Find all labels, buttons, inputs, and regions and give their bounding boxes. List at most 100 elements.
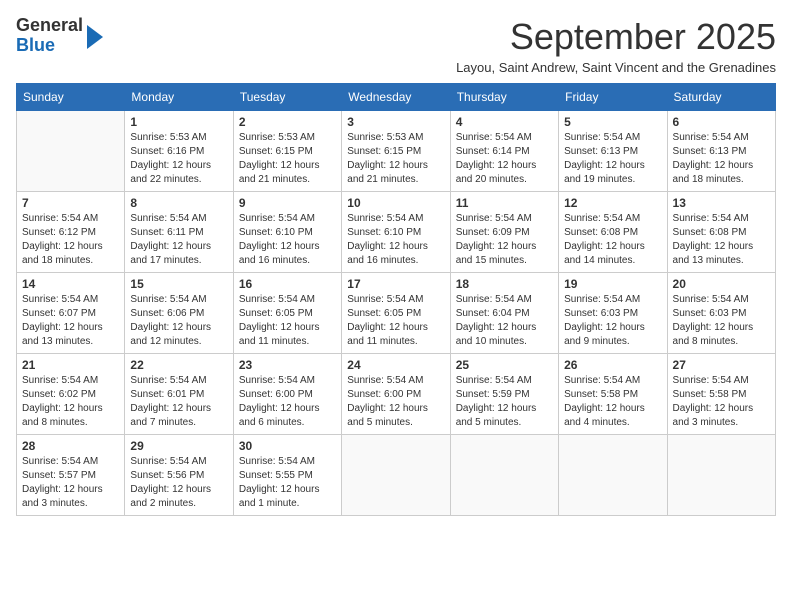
week-row-3: 14 Sunrise: 5:54 AM Sunset: 6:07 PM Dayli… <box>17 273 776 354</box>
calendar-cell: 4Sunrise: 5:54 AM Sunset: 6:14 PM Daylig… <box>450 111 558 192</box>
day-info: Sunrise: 5:54 AM Sunset: 6:03 PM Dayligh… <box>564 293 661 349</box>
title-section: September 2025 Layou, Saint Andrew, Sain… <box>456 16 776 75</box>
day-number: 24 <box>347 358 444 372</box>
day-number: 5 <box>564 115 661 129</box>
logo-text: General Blue <box>16 16 83 56</box>
day-number: 19 <box>564 277 661 291</box>
calendar-cell: 14 Sunrise: 5:54 AM Sunset: 6:07 PM Dayli… <box>17 273 125 354</box>
day-info: Sunrise: 5:54 AM Sunset: 6:13 PM Dayligh… <box>564 131 661 187</box>
calendar-cell: 23 Sunrise: 5:54 AM Sunset: 6:00 PM Dayli… <box>233 354 341 435</box>
week-row-2: 7 Sunrise: 5:54 AM Sunset: 6:12 PM Daylig… <box>17 192 776 273</box>
day-number: 15 <box>130 277 227 291</box>
logo-blue: Blue <box>16 35 55 55</box>
day-number: 29 <box>130 439 227 453</box>
page-header: General Blue September 2025 Layou, Saint… <box>16 16 776 75</box>
calendar-cell <box>342 435 450 516</box>
month-title: September 2025 <box>456 16 776 58</box>
calendar-cell: 17 Sunrise: 5:54 AM Sunset: 6:05 PM Dayli… <box>342 273 450 354</box>
day-number: 30 <box>239 439 336 453</box>
calendar-cell: 10 Sunrise: 5:54 AM Sunset: 6:10 PM Dayli… <box>342 192 450 273</box>
day-info: Sunrise: 5:54 AM Sunset: 5:58 PM Dayligh… <box>673 374 770 430</box>
day-number: 10 <box>347 196 444 210</box>
weekday-header-tuesday: Tuesday <box>233 84 341 111</box>
calendar-cell: 28Sunrise: 5:54 AM Sunset: 5:57 PM Dayli… <box>17 435 125 516</box>
calendar-cell: 9Sunrise: 5:54 AM Sunset: 6:10 PM Daylig… <box>233 192 341 273</box>
day-info: Sunrise: 5:54 AM Sunset: 5:55 PM Dayligh… <box>239 455 336 511</box>
calendar-cell: 30 Sunrise: 5:54 AM Sunset: 5:55 PM Dayli… <box>233 435 341 516</box>
day-number: 16 <box>239 277 336 291</box>
calendar-cell <box>559 435 667 516</box>
calendar-cell <box>450 435 558 516</box>
calendar-cell: 2Sunrise: 5:53 AM Sunset: 6:15 PM Daylig… <box>233 111 341 192</box>
logo-general: General <box>16 15 83 35</box>
calendar-cell <box>17 111 125 192</box>
day-info: Sunrise: 5:54 AM Sunset: 6:09 PM Dayligh… <box>456 212 553 268</box>
day-info: Sunrise: 5:54 AM Sunset: 5:58 PM Dayligh… <box>564 374 661 430</box>
calendar-cell: 8 Sunrise: 5:54 AM Sunset: 6:11 PM Daylig… <box>125 192 233 273</box>
calendar-cell: 19 Sunrise: 5:54 AM Sunset: 6:03 PM Dayli… <box>559 273 667 354</box>
calendar-cell: 27 Sunrise: 5:54 AM Sunset: 5:58 PM Dayli… <box>667 354 775 435</box>
logo: General Blue <box>16 16 103 56</box>
week-row-4: 21 Sunrise: 5:54 AM Sunset: 6:02 PM Dayli… <box>17 354 776 435</box>
calendar-table: SundayMondayTuesdayWednesdayThursdayFrid… <box>16 83 776 516</box>
day-number: 6 <box>673 115 770 129</box>
day-info: Sunrise: 5:54 AM Sunset: 6:08 PM Dayligh… <box>673 212 770 268</box>
weekday-header-row: SundayMondayTuesdayWednesdayThursdayFrid… <box>17 84 776 111</box>
day-number: 1 <box>130 115 227 129</box>
day-info: Sunrise: 5:54 AM Sunset: 6:11 PM Dayligh… <box>130 212 227 268</box>
calendar-cell: 6 Sunrise: 5:54 AM Sunset: 6:13 PM Daylig… <box>667 111 775 192</box>
day-number: 21 <box>22 358 119 372</box>
location-subtitle: Layou, Saint Andrew, Saint Vincent and t… <box>456 60 776 75</box>
calendar-cell: 13Sunrise: 5:54 AM Sunset: 6:08 PM Dayli… <box>667 192 775 273</box>
day-number: 4 <box>456 115 553 129</box>
day-number: 14 <box>22 277 119 291</box>
day-info: Sunrise: 5:54 AM Sunset: 6:08 PM Dayligh… <box>564 212 661 268</box>
week-row-1: 1 Sunrise: 5:53 AM Sunset: 6:16 PM Daylig… <box>17 111 776 192</box>
day-number: 18 <box>456 277 553 291</box>
weekday-header-thursday: Thursday <box>450 84 558 111</box>
day-info: Sunrise: 5:54 AM Sunset: 6:05 PM Dayligh… <box>347 293 444 349</box>
day-number: 12 <box>564 196 661 210</box>
calendar-cell: 5 Sunrise: 5:54 AM Sunset: 6:13 PM Daylig… <box>559 111 667 192</box>
calendar-cell: 15Sunrise: 5:54 AM Sunset: 6:06 PM Dayli… <box>125 273 233 354</box>
calendar-cell: 18 Sunrise: 5:54 AM Sunset: 6:04 PM Dayli… <box>450 273 558 354</box>
calendar-cell: 1 Sunrise: 5:53 AM Sunset: 6:16 PM Daylig… <box>125 111 233 192</box>
day-number: 25 <box>456 358 553 372</box>
calendar-cell: 11 Sunrise: 5:54 AM Sunset: 6:09 PM Dayli… <box>450 192 558 273</box>
week-row-5: 28Sunrise: 5:54 AM Sunset: 5:57 PM Dayli… <box>17 435 776 516</box>
day-number: 11 <box>456 196 553 210</box>
day-info: Sunrise: 5:54 AM Sunset: 6:02 PM Dayligh… <box>22 374 119 430</box>
day-info: Sunrise: 5:54 AM Sunset: 6:13 PM Dayligh… <box>673 131 770 187</box>
calendar-cell: 12 Sunrise: 5:54 AM Sunset: 6:08 PM Dayli… <box>559 192 667 273</box>
day-info: Sunrise: 5:54 AM Sunset: 6:07 PM Dayligh… <box>22 293 119 349</box>
calendar-cell: 16Sunrise: 5:54 AM Sunset: 6:05 PM Dayli… <box>233 273 341 354</box>
day-info: Sunrise: 5:54 AM Sunset: 6:10 PM Dayligh… <box>347 212 444 268</box>
day-number: 23 <box>239 358 336 372</box>
calendar-cell: 3 Sunrise: 5:53 AM Sunset: 6:15 PM Daylig… <box>342 111 450 192</box>
calendar-cell: 7 Sunrise: 5:54 AM Sunset: 6:12 PM Daylig… <box>17 192 125 273</box>
day-number: 3 <box>347 115 444 129</box>
day-info: Sunrise: 5:53 AM Sunset: 6:16 PM Dayligh… <box>130 131 227 187</box>
day-info: Sunrise: 5:54 AM Sunset: 6:12 PM Dayligh… <box>22 212 119 268</box>
day-info: Sunrise: 5:54 AM Sunset: 6:10 PM Dayligh… <box>239 212 336 268</box>
day-number: 27 <box>673 358 770 372</box>
day-number: 7 <box>22 196 119 210</box>
day-info: Sunrise: 5:53 AM Sunset: 6:15 PM Dayligh… <box>347 131 444 187</box>
day-info: Sunrise: 5:54 AM Sunset: 5:56 PM Dayligh… <box>130 455 227 511</box>
calendar-cell: 25Sunrise: 5:54 AM Sunset: 5:59 PM Dayli… <box>450 354 558 435</box>
day-info: Sunrise: 5:54 AM Sunset: 6:03 PM Dayligh… <box>673 293 770 349</box>
day-number: 26 <box>564 358 661 372</box>
calendar-cell: 29 Sunrise: 5:54 AM Sunset: 5:56 PM Dayli… <box>125 435 233 516</box>
day-info: Sunrise: 5:54 AM Sunset: 5:57 PM Dayligh… <box>22 455 119 511</box>
day-number: 8 <box>130 196 227 210</box>
day-number: 17 <box>347 277 444 291</box>
weekday-header-monday: Monday <box>125 84 233 111</box>
day-info: Sunrise: 5:54 AM Sunset: 6:00 PM Dayligh… <box>239 374 336 430</box>
calendar-cell <box>667 435 775 516</box>
calendar-cell: 26 Sunrise: 5:54 AM Sunset: 5:58 PM Dayli… <box>559 354 667 435</box>
weekday-header-sunday: Sunday <box>17 84 125 111</box>
weekday-header-saturday: Saturday <box>667 84 775 111</box>
calendar-cell: 22Sunrise: 5:54 AM Sunset: 6:01 PM Dayli… <box>125 354 233 435</box>
day-info: Sunrise: 5:54 AM Sunset: 6:04 PM Dayligh… <box>456 293 553 349</box>
logo-arrow-icon <box>87 25 103 49</box>
